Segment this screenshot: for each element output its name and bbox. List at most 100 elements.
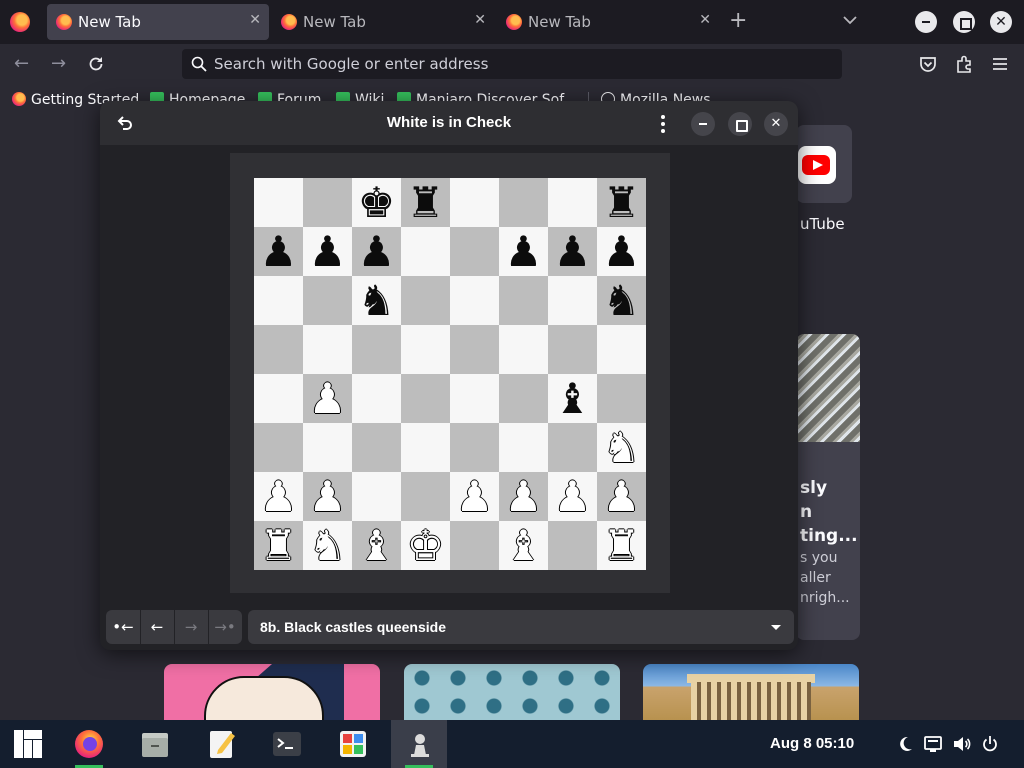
manjaro-menu-button[interactable]: [0, 720, 56, 768]
square-b5[interactable]: [303, 325, 352, 374]
square-a3[interactable]: [254, 423, 303, 472]
maximize-button[interactable]: [953, 11, 975, 33]
pocket-story-image[interactable]: [404, 664, 620, 720]
square-a8[interactable]: [254, 178, 303, 227]
black-pawn-piece[interactable]: ♟: [352, 227, 401, 276]
volume-icon[interactable]: [952, 734, 972, 754]
white-rook-piece[interactable]: ♜: [597, 521, 646, 570]
square-f6[interactable]: [499, 276, 548, 325]
square-d5[interactable]: [401, 325, 450, 374]
close-button[interactable]: ✕: [764, 112, 788, 136]
square-g5[interactable]: [548, 325, 597, 374]
tab-new-tab-1[interactable]: New Tab ✕: [47, 4, 269, 40]
black-pawn-piece[interactable]: ♟: [303, 227, 352, 276]
square-a5[interactable]: [254, 325, 303, 374]
taskbar-file-manager[interactable]: [127, 720, 183, 768]
square-g3[interactable]: [548, 423, 597, 472]
extensions-icon[interactable]: [954, 54, 974, 74]
forward-arrow-icon[interactable]: →: [51, 54, 66, 74]
square-g6[interactable]: [548, 276, 597, 325]
square-f4[interactable]: [499, 374, 548, 423]
next-move-button[interactable]: →: [174, 610, 208, 644]
firefox-menu-icon[interactable]: [10, 12, 30, 32]
address-bar[interactable]: [182, 49, 842, 79]
first-move-button[interactable]: •←: [106, 610, 140, 644]
black-bishop-piece[interactable]: ♝: [548, 374, 597, 423]
square-e1[interactable]: [450, 521, 499, 570]
last-move-button[interactable]: →•: [208, 610, 242, 644]
square-g8[interactable]: [548, 178, 597, 227]
hamburger-menu-icon[interactable]: [990, 54, 1010, 74]
square-b8[interactable]: [303, 178, 352, 227]
close-tab-icon[interactable]: ✕: [249, 12, 261, 28]
white-pawn-piece[interactable]: ♟: [597, 472, 646, 521]
black-pawn-piece[interactable]: ♟: [254, 227, 303, 276]
square-a4[interactable]: [254, 374, 303, 423]
new-tab-button[interactable]: +: [729, 9, 747, 33]
chevron-down-icon[interactable]: [840, 10, 860, 30]
square-c5[interactable]: [352, 325, 401, 374]
square-e8[interactable]: [450, 178, 499, 227]
square-e6[interactable]: [450, 276, 499, 325]
reload-icon[interactable]: [86, 54, 106, 74]
white-king-piece[interactable]: ♚: [401, 521, 450, 570]
white-pawn-piece[interactable]: ♟: [303, 374, 352, 423]
square-e7[interactable]: [450, 227, 499, 276]
black-pawn-piece[interactable]: ♟: [499, 227, 548, 276]
move-history-dropdown[interactable]: 8b. Black castles queenside: [248, 610, 794, 644]
white-knight-piece[interactable]: ♞: [597, 423, 646, 472]
white-pawn-piece[interactable]: ♟: [548, 472, 597, 521]
square-f8[interactable]: [499, 178, 548, 227]
taskbar-chess[interactable]: [391, 720, 447, 768]
black-pawn-piece[interactable]: ♟: [548, 227, 597, 276]
square-d4[interactable]: [401, 374, 450, 423]
square-g1[interactable]: [548, 521, 597, 570]
white-bishop-piece[interactable]: ♝: [352, 521, 401, 570]
square-d2[interactable]: [401, 472, 450, 521]
square-c2[interactable]: [352, 472, 401, 521]
maximize-button[interactable]: [728, 112, 752, 136]
previous-move-button[interactable]: ←: [140, 610, 174, 644]
pocket-story-image[interactable]: [643, 664, 859, 720]
square-d3[interactable]: [401, 423, 450, 472]
power-icon[interactable]: [980, 734, 1000, 754]
search-input[interactable]: [214, 53, 814, 75]
white-bishop-piece[interactable]: ♝: [499, 521, 548, 570]
black-king-piece[interactable]: ♚: [352, 178, 401, 227]
back-arrow-icon[interactable]: ←: [14, 54, 29, 74]
minimize-button[interactable]: [915, 11, 937, 33]
kebab-menu-icon[interactable]: [651, 112, 675, 136]
square-d7[interactable]: [401, 227, 450, 276]
white-pawn-piece[interactable]: ♟: [254, 472, 303, 521]
taskbar-firefox[interactable]: [61, 720, 117, 768]
tab-new-tab-2[interactable]: New Tab ✕: [272, 4, 494, 40]
square-b6[interactable]: [303, 276, 352, 325]
taskbar-software-center[interactable]: [325, 720, 381, 768]
white-pawn-piece[interactable]: ♟: [303, 472, 352, 521]
square-c4[interactable]: [352, 374, 401, 423]
square-b3[interactable]: [303, 423, 352, 472]
taskbar-text-editor[interactable]: [194, 720, 250, 768]
black-rook-piece[interactable]: ♜: [401, 178, 450, 227]
white-pawn-piece[interactable]: ♟: [499, 472, 548, 521]
square-f5[interactable]: [499, 325, 548, 374]
pocket-story-image[interactable]: [164, 664, 380, 720]
clock[interactable]: Aug 8 05:10: [770, 735, 854, 752]
black-pawn-piece[interactable]: ♟: [597, 227, 646, 276]
black-rook-piece[interactable]: ♜: [597, 178, 646, 227]
white-pawn-piece[interactable]: ♟: [450, 472, 499, 521]
black-knight-piece[interactable]: ♞: [352, 276, 401, 325]
chess-board[interactable]: ♚ ♜ ♜ ♟ ♟ ♟ ♟ ♟ ♟ ♞ ♞ ♟ ♝ ♞ ♟ ♟ ♟ ♟ ♟ ♟ ♜ ♞ ♝ ♚ ♝ ♜: [254, 178, 646, 570]
white-knight-piece[interactable]: ♞: [303, 521, 352, 570]
close-tab-icon[interactable]: ✕: [699, 12, 711, 28]
white-rook-piece[interactable]: ♜: [254, 521, 303, 570]
pocket-story-card[interactable]: sly n ting... s you aller nrigh...: [796, 334, 860, 640]
square-h5[interactable]: [597, 325, 646, 374]
square-e4[interactable]: [450, 374, 499, 423]
pocket-icon[interactable]: [918, 54, 938, 74]
black-knight-piece[interactable]: ♞: [597, 276, 646, 325]
square-e5[interactable]: [450, 325, 499, 374]
tab-new-tab-3[interactable]: New Tab ✕: [497, 4, 719, 40]
square-c3[interactable]: [352, 423, 401, 472]
close-tab-icon[interactable]: ✕: [474, 12, 486, 28]
